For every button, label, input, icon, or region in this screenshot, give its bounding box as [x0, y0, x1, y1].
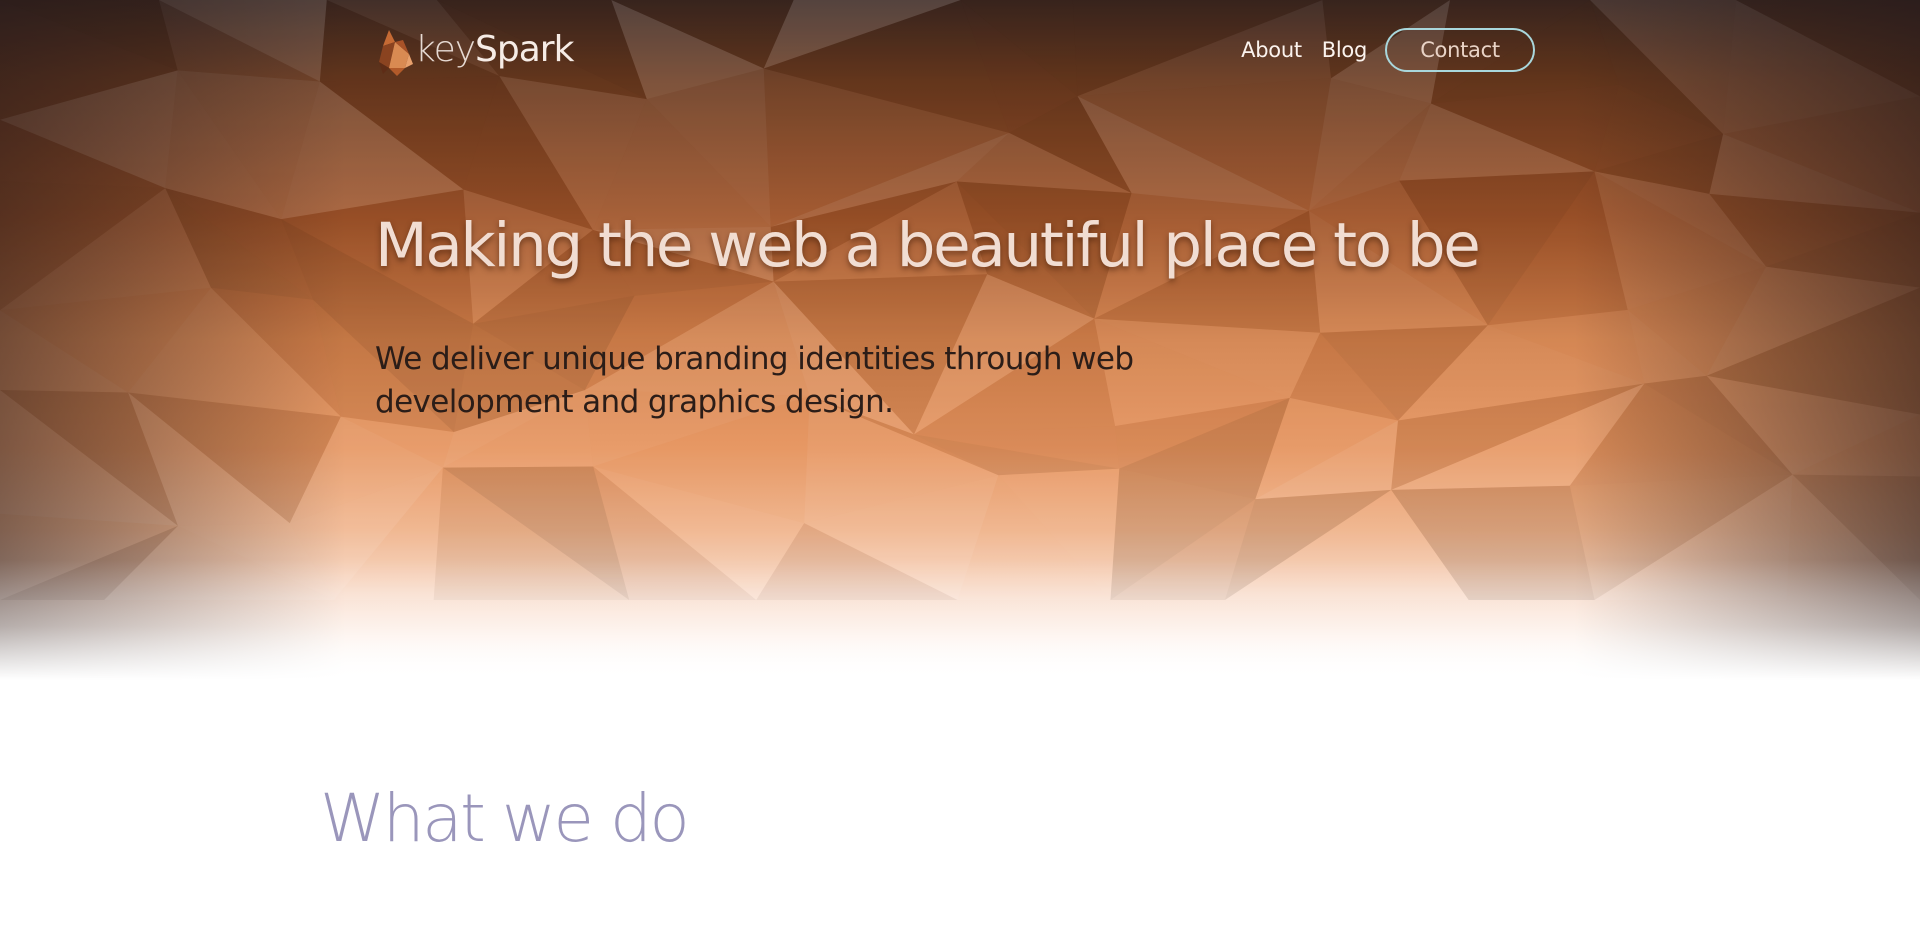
nav-blog-link[interactable]: Blog	[1322, 38, 1368, 62]
section-title-what-we-do: What we do	[320, 780, 690, 857]
contact-button[interactable]: Contact	[1385, 28, 1535, 72]
nav-links: About Blog Contact	[1241, 26, 1535, 74]
hero-section: keySpark About Blog Contact Making the w…	[0, 0, 1920, 680]
hero-subtitle: We deliver unique branding identities th…	[375, 341, 1134, 420]
nav-about-link[interactable]: About	[1241, 38, 1302, 62]
logo-link[interactable]: keySpark	[375, 24, 574, 76]
flame-logo-icon	[379, 30, 413, 76]
hero-title: Making the web a beautiful place to be	[375, 210, 1481, 281]
logo-text: keySpark	[415, 29, 574, 70]
top-nav: keySpark About Blog Contact	[375, 24, 1535, 76]
